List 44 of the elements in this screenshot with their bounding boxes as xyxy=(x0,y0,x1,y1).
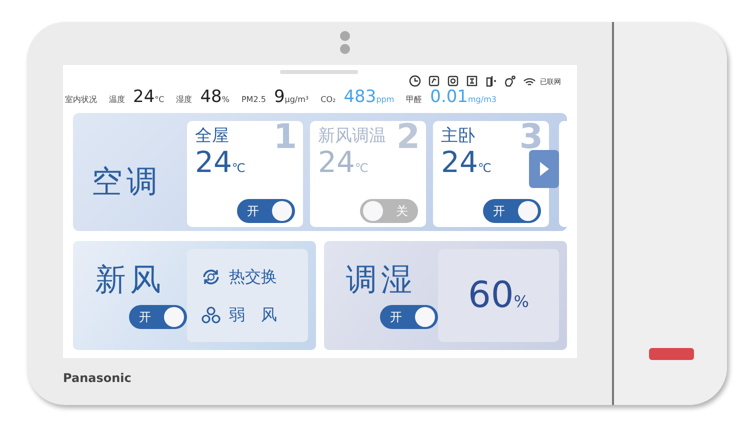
camera-dot xyxy=(340,31,350,41)
play-icon xyxy=(538,161,550,177)
toggle-switch[interactable]: 开 xyxy=(129,305,187,329)
reading-value: 48% xyxy=(200,87,230,107)
zone-name: 新风调温 xyxy=(318,125,386,147)
sensor-dot xyxy=(340,44,350,54)
zone-number: 2 xyxy=(396,124,420,150)
reading-value: 0.01 mg/m3 xyxy=(430,87,496,107)
zone-temperature: 24℃ xyxy=(318,147,368,181)
panel-title: 调湿 xyxy=(346,262,416,298)
panel-icon[interactable] xyxy=(466,75,478,87)
toggle-switch[interactable]: 开 xyxy=(483,199,541,223)
pull-down-handle[interactable] xyxy=(280,70,358,74)
reading-label: PM2.5 xyxy=(241,94,266,106)
reading-label: 甲醛 xyxy=(406,94,422,106)
reading-value: 483 ppm xyxy=(344,87,394,107)
toggle-switch[interactable]: 开 xyxy=(237,199,295,223)
zone-card[interactable]: 全屋 1 24℃ 开 xyxy=(187,121,303,227)
panel-title: 空调 xyxy=(92,164,162,200)
indoor-label: 室内状况 xyxy=(65,94,97,106)
panel-title: 新风 xyxy=(95,262,165,298)
wifi-icon xyxy=(523,77,536,87)
mode-label: 热交换 xyxy=(229,266,277,288)
zone-number: 3 xyxy=(519,124,543,150)
fan-icon xyxy=(201,306,221,324)
zone-number: 1 xyxy=(273,124,297,150)
reading-label: 温度 xyxy=(109,94,125,106)
reading-value: 9μg/m³ xyxy=(274,87,309,107)
humidity-value: 60% xyxy=(468,274,529,318)
zone-card[interactable]: 主卧 3 24℃ 开 xyxy=(433,121,549,227)
clock-icon[interactable] xyxy=(409,75,421,87)
reading-value: 24°C xyxy=(133,87,164,107)
fan-speed-label: 弱 风 xyxy=(229,304,277,326)
zone-temperature: 24℃ xyxy=(441,147,492,181)
zone-temperature: 24℃ xyxy=(195,147,246,181)
zone-name: 全屋 xyxy=(195,125,229,147)
toggle-switch[interactable]: 开 xyxy=(380,305,438,329)
reading-label: CO₂ xyxy=(320,94,336,106)
reading-label: 湿度 xyxy=(176,94,192,106)
zone-name: 主卧 xyxy=(441,125,475,147)
cycle-icon xyxy=(201,268,221,286)
brand-label: Panasonic xyxy=(63,371,132,386)
next-button[interactable] xyxy=(529,150,559,188)
indicator-light xyxy=(649,348,694,360)
